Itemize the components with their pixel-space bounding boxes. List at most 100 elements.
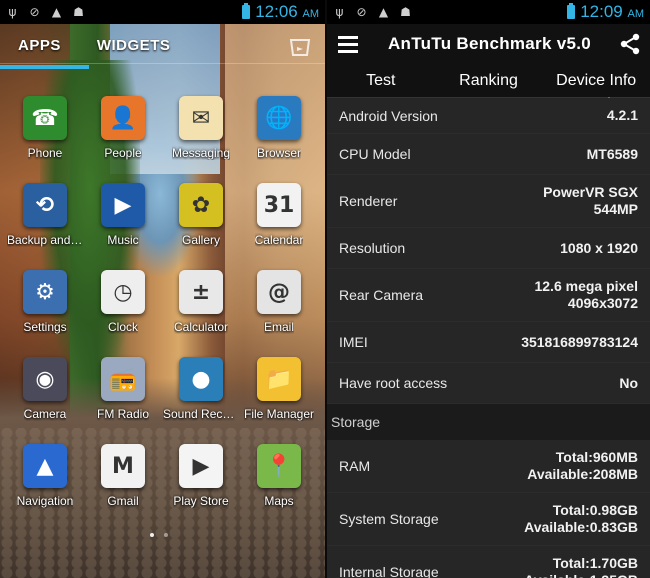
app-label: Gallery bbox=[181, 233, 220, 247]
app-label: Settings bbox=[23, 320, 67, 334]
app-music[interactable]: ▶ Music bbox=[84, 183, 162, 270]
section-header-storage: Storage bbox=[327, 404, 650, 440]
radio-icon: 📻 bbox=[101, 357, 145, 401]
app-email[interactable]: @ Email bbox=[240, 270, 318, 357]
music-icon: ▶ bbox=[101, 183, 145, 227]
battery-icon bbox=[242, 3, 251, 19]
folder-icon: 📁 bbox=[257, 357, 301, 401]
app-label: Maps bbox=[264, 494, 294, 508]
benchmark-tabs: Test Ranking Device Info bbox=[327, 64, 650, 103]
status-bar: ψ ⊘ ▲ ☗ 12:06 AM bbox=[0, 0, 325, 24]
app-gallery[interactable]: ✿ Gallery bbox=[162, 183, 240, 270]
info-key: Rear Camera bbox=[339, 287, 424, 303]
battery-icon bbox=[567, 3, 576, 19]
app-maps[interactable]: 📍 Maps bbox=[240, 444, 318, 531]
app-recorder[interactable]: ● Sound Recorder bbox=[162, 357, 240, 444]
app-clock[interactable]: ◷ Clock bbox=[84, 270, 162, 357]
info-value: Total:0.98GB Available:0.83GB bbox=[524, 502, 638, 536]
info-row: Internal Storage Total:1.70GBAvailable:1.… bbox=[327, 546, 650, 578]
app-play-store[interactable]: ▶ Play Store bbox=[162, 444, 240, 531]
gallery-icon: ✿ bbox=[179, 183, 223, 227]
page-dot bbox=[164, 533, 168, 537]
info-value-line: 4.2.1 bbox=[606, 107, 638, 123]
info-row: Android Version 4.2.1 bbox=[327, 98, 650, 134]
app-backup[interactable]: ⟲ Backup and Restore bbox=[6, 183, 84, 270]
tab-ranking[interactable]: Ranking bbox=[435, 72, 543, 90]
info-value: 1080 x 1920 bbox=[560, 240, 638, 257]
app-label: Gmail bbox=[107, 494, 139, 508]
calculator-icon: ± bbox=[179, 270, 223, 314]
info-row: RAM Total:960MB Available:208MB bbox=[327, 440, 650, 493]
navigation-icon: ▲ bbox=[23, 444, 67, 488]
usb-icon: ψ bbox=[335, 5, 344, 19]
info-key: System Storage bbox=[339, 511, 439, 527]
tab-apps[interactable]: APPS bbox=[0, 27, 89, 69]
app-label: FM Radio bbox=[96, 407, 149, 421]
app-phone[interactable]: ☎ Phone bbox=[6, 96, 84, 183]
info-value-line: Available:1.35GB bbox=[524, 572, 638, 578]
menu-icon[interactable] bbox=[327, 35, 369, 53]
status-bar: ψ ⊘ ▲ ☗ 12:09 AM bbox=[327, 0, 650, 24]
app-navigation[interactable]: ▲ Navigation bbox=[6, 444, 84, 531]
messaging-icon: ✉ bbox=[179, 96, 223, 140]
tab-widgets[interactable]: WIDGETS bbox=[97, 27, 171, 64]
app-label: Backup and Restore bbox=[7, 233, 83, 247]
phone-icon: ☎ bbox=[23, 96, 67, 140]
app-label: File Manager bbox=[243, 407, 315, 421]
shopping-bag-icon[interactable] bbox=[287, 33, 313, 57]
launcher-screen: ψ ⊘ ▲ ☗ 12:06 AM APPS WIDGETS ☎ Phone 👤 Peo… bbox=[0, 0, 325, 578]
info-value-line: Total:1.70GB bbox=[552, 555, 638, 571]
share-icon[interactable] bbox=[610, 33, 650, 55]
info-value: 351816899783124 bbox=[521, 334, 638, 351]
app-gmail[interactable]: M Gmail bbox=[84, 444, 162, 531]
page-indicator bbox=[150, 533, 168, 537]
app-label: Music bbox=[107, 233, 139, 247]
warning-icon: ▲ bbox=[51, 5, 62, 19]
app-browser[interactable]: 🌐 Browser bbox=[240, 96, 318, 183]
clock-icon: ◷ bbox=[101, 270, 145, 314]
info-key: RAM bbox=[339, 458, 371, 474]
camera-icon: ◉ bbox=[23, 357, 67, 401]
info-row: Rear Camera 12.6 mega pixel 4096x3072 bbox=[327, 269, 650, 322]
app-calendar[interactable]: 31 Calendar bbox=[240, 183, 318, 270]
app-label: Phone bbox=[27, 146, 63, 160]
info-value-line: 544MP bbox=[593, 201, 638, 217]
app-radio[interactable]: 📻 FM Radio bbox=[84, 357, 162, 444]
tab-test[interactable]: Test bbox=[327, 72, 435, 90]
app-camera[interactable]: ◉ Camera bbox=[6, 357, 84, 444]
app-calculator[interactable]: ± Calculator bbox=[162, 270, 240, 357]
app-folder[interactable]: 📁 File Manager bbox=[240, 357, 318, 444]
info-row: System Storage Total:0.98GB Available:0.83… bbox=[327, 493, 650, 546]
app-messaging[interactable]: ✉ Messaging bbox=[162, 96, 240, 183]
warning-icon: ▲ bbox=[378, 5, 389, 19]
app-grid: ☎ Phone 👤 People ✉ Messaging 🌐 Browser ⟲ Backup a… bbox=[0, 96, 325, 531]
info-value-line: 4096x3072 bbox=[567, 295, 638, 311]
calendar-icon: 31 bbox=[257, 183, 301, 227]
tab-device-info[interactable]: Device Info bbox=[542, 72, 650, 103]
info-value: No bbox=[619, 375, 638, 392]
usb-icon: ψ bbox=[8, 5, 17, 19]
info-key: Android Version bbox=[339, 107, 438, 124]
gmail-icon: M bbox=[101, 444, 145, 488]
info-value-line: Available:208MB bbox=[527, 466, 638, 482]
app-settings[interactable]: ⚙ Settings bbox=[6, 270, 84, 357]
app-label: Email bbox=[263, 320, 294, 334]
info-value-line: MT6589 bbox=[586, 145, 638, 162]
no-signal-icon: ⊘ bbox=[29, 5, 40, 19]
app-label: Sound Recorder bbox=[163, 407, 239, 421]
antutu-screen: ψ ⊘ ▲ ☗ 12:09 AM AnTuTu Benchmark v5.0 T… bbox=[327, 0, 650, 578]
app-label: Messaging bbox=[171, 146, 231, 160]
info-value: PowerVR SGX 544MP bbox=[543, 184, 638, 218]
info-value-line: Total:0.98GB bbox=[552, 502, 638, 518]
info-value: Total:1.70GBAvailable:1.35GB bbox=[524, 555, 638, 578]
info-value-line: Available:0.83GB bbox=[524, 519, 638, 535]
app-people[interactable]: 👤 People bbox=[84, 96, 162, 183]
info-value-line: PowerVR SGX bbox=[543, 184, 638, 200]
device-info-list: Android Version 4.2.1 CPU Model MT6589 Rende… bbox=[327, 98, 650, 578]
info-row: IMEI 351816899783124 bbox=[327, 322, 650, 363]
launcher-tabs: APPS WIDGETS bbox=[0, 24, 325, 69]
info-key: IMEI bbox=[339, 334, 368, 350]
app-label: Calculator bbox=[173, 320, 229, 334]
maps-icon: 📍 bbox=[257, 444, 301, 488]
info-key: Renderer bbox=[339, 193, 398, 209]
